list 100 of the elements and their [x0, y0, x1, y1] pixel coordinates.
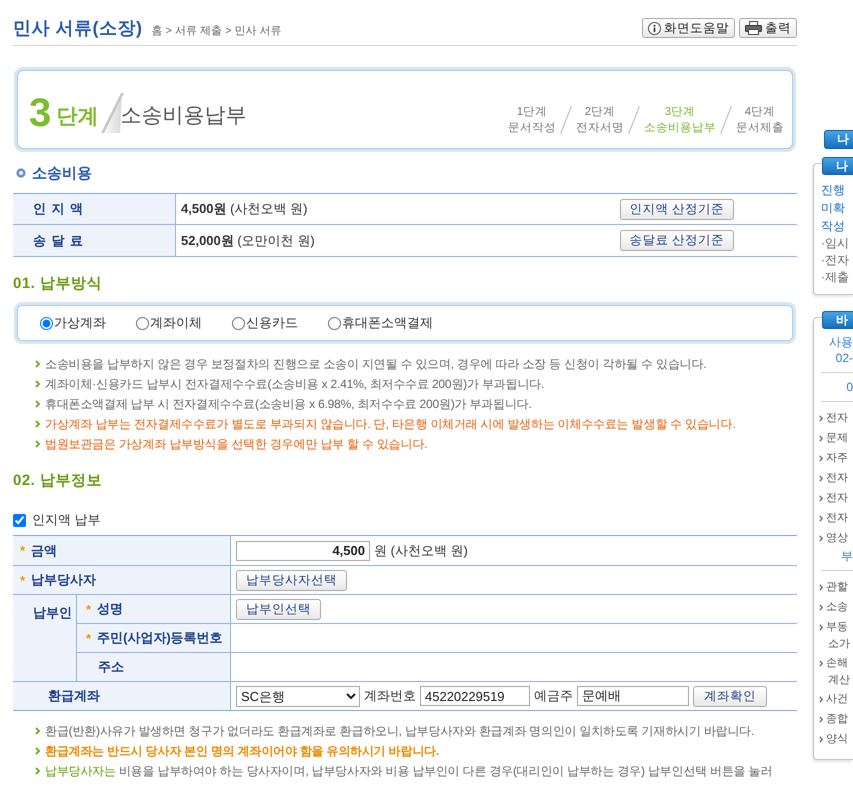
sidebar-menu-item[interactable]: 소송: [814, 597, 853, 617]
info-icon: [648, 22, 661, 34]
page-title: 민사 서류(소장): [13, 17, 142, 39]
bank-select[interactable]: SC은행: [236, 686, 360, 706]
chevron-icon: [35, 747, 40, 755]
chevron-icon: [35, 440, 40, 448]
radio-button[interactable]: [40, 316, 53, 330]
chevron-icon: [819, 736, 823, 742]
sidebar-link[interactable]: 0: [814, 379, 853, 395]
progress-step: 3단계 소송비용납부: [644, 104, 716, 136]
chevron-icon: [819, 696, 823, 702]
row-label: 주소: [77, 652, 231, 681]
sidebar-menu-item[interactable]: 자주: [814, 448, 853, 468]
radio-button[interactable]: [328, 316, 341, 330]
sidebar-menu-item[interactable]: 부동 소가: [814, 617, 853, 653]
row-label: 인 지 액: [13, 194, 176, 225]
chevron-icon: [819, 534, 823, 542]
row-label: * 주민(사업자)등록번호: [77, 623, 231, 652]
sidebar-button[interactable]: 나: [824, 130, 853, 149]
sidebar-text: ·제출: [820, 269, 850, 286]
chevron-icon: [35, 767, 40, 775]
amount-input[interactable]: 4,500: [236, 540, 370, 560]
panel-tab[interactable]: 바: [822, 311, 853, 329]
radio-button[interactable]: [232, 316, 245, 330]
chevron-icon: [35, 727, 40, 735]
chevron-icon: [819, 434, 823, 442]
chevron-icon: [35, 360, 40, 368]
radio-label: 계좌이체: [150, 314, 202, 332]
chevron-icon: [819, 494, 823, 502]
amount-text: 52,000원 (오만이천 원): [181, 232, 315, 250]
sidebar-menu-item[interactable]: 전자: [814, 468, 853, 488]
select-payer-button[interactable]: 납부인선택: [236, 598, 321, 620]
row-label: 송 달 료: [13, 225, 176, 257]
notice-text: 법원보관금은 가상계좌 납부방식을 선택한 경우에만 납부 할 수 있습니다.: [45, 436, 428, 453]
amount-text: 4,500원 (사천오백 원): [181, 200, 308, 218]
row-label: * 납부당사자: [13, 565, 231, 594]
sidebar-menu-item[interactable]: 전자: [814, 488, 853, 508]
chevron-icon: [819, 474, 823, 482]
slash-divider: [628, 106, 640, 134]
notice-text: 소송비용을 납부하지 않은 경우 보정절차의 진행으로 소송이 지연될 수 있으며, 경우에 따라 소장 등 신청이 각하될 수 있습니다.: [45, 356, 706, 373]
panel-tab[interactable]: 나: [822, 157, 853, 175]
row-label: * 성명: [77, 594, 231, 623]
sidebar-link[interactable]: 사용: [814, 334, 853, 350]
section-title: 01. 납부방식: [13, 274, 104, 294]
radio-label: 휴대폰소액결제: [342, 314, 433, 332]
sidebar-text: ·전자: [820, 252, 850, 269]
row-label: 환급계좌: [13, 681, 231, 710]
notice-text: 환급계좌는 반드시 당사자 본인 명의 계좌이어야 함을 유의하시기 바랍니다.: [45, 743, 440, 760]
chevron-icon: [819, 514, 823, 522]
sidebar-link[interactable]: 02-: [814, 350, 853, 366]
print-button[interactable]: 출력: [739, 18, 797, 38]
checkbox[interactable]: [13, 514, 26, 526]
sidebar-menu-item[interactable]: 전자: [814, 408, 853, 428]
chevron-icon: [819, 454, 823, 462]
chevron-icon: [819, 414, 823, 422]
slash-divider: [720, 106, 732, 134]
sidebar-link[interactable]: 미확: [814, 199, 853, 217]
chevron-icon: [35, 420, 40, 428]
sidebar-link[interactable]: 부: [814, 548, 853, 564]
sidebar-link[interactable]: 진행: [814, 181, 853, 199]
criteria-button[interactable]: 송달료 산정기준: [620, 230, 734, 251]
criteria-button[interactable]: 인지액 산정기준: [620, 198, 734, 220]
section-title: 02. 납부정보: [13, 471, 104, 491]
help-button[interactable]: 화면도움말: [642, 18, 735, 38]
radio-label: 신용카드: [246, 314, 298, 332]
chevron-icon: [819, 604, 823, 610]
row-label: * 금액: [13, 536, 231, 565]
verify-account-button[interactable]: 계좌확인: [693, 686, 767, 706]
chevron-icon: [819, 716, 823, 722]
field-label: 계좌번호: [364, 687, 416, 705]
sidebar-menu-item[interactable]: 손해 계산: [814, 653, 853, 689]
sidebar-menu-item[interactable]: 전자: [814, 508, 853, 528]
step-unit: 단계: [56, 104, 98, 130]
chevron-icon: [819, 584, 823, 590]
notice-text: 환급(반환)사유가 발생하면 청구가 없더라도 환급계좌로 환급하오니, 납부당사자와 환급계좌 명의인이 일치하도록 기재하시기 바랍니다.: [45, 723, 754, 740]
sidebar-menu-item[interactable]: 영상: [814, 528, 853, 548]
chevron-icon: [819, 624, 823, 630]
account-holder-input[interactable]: 문예배: [577, 686, 689, 706]
progress-step: 1단계 문서작성: [508, 104, 556, 136]
select-party-button[interactable]: 납부당사자선택: [236, 570, 347, 590]
chevron-icon: [819, 660, 823, 666]
field-label: 예금주: [534, 687, 573, 705]
chevron-icon: [35, 380, 40, 388]
checkbox-label: 인지액 납부: [32, 511, 101, 529]
notice-text: 가상계좌 납부는 전자결제수수료가 별도로 부과되지 않습니다. 단, 타은행 이체거래 시에 발생하는 이체수수료는 발생할 수 있습니다.: [45, 416, 736, 433]
sidebar-text: ·임시: [820, 235, 850, 252]
account-number-input[interactable]: 45220229519: [420, 686, 530, 706]
bullet-icon: [16, 168, 26, 178]
step-title: 소송비용납부: [120, 103, 246, 129]
progress-step: 2단계 전자서명: [576, 104, 624, 136]
step-number: 3: [29, 92, 52, 132]
amount-words: 원 (사천오백 원): [374, 542, 468, 560]
sidebar-menu-item[interactable]: 양식: [814, 729, 853, 749]
printer-icon: [745, 21, 762, 35]
sidebar-menu-item[interactable]: 관할: [814, 577, 853, 597]
sidebar-link[interactable]: 작성: [814, 217, 853, 235]
sidebar-menu-item[interactable]: 종합: [814, 709, 853, 729]
sidebar-menu-item[interactable]: 사건: [814, 689, 853, 709]
radio-button[interactable]: [136, 316, 149, 330]
sidebar-menu-item[interactable]: 문제: [814, 428, 853, 448]
